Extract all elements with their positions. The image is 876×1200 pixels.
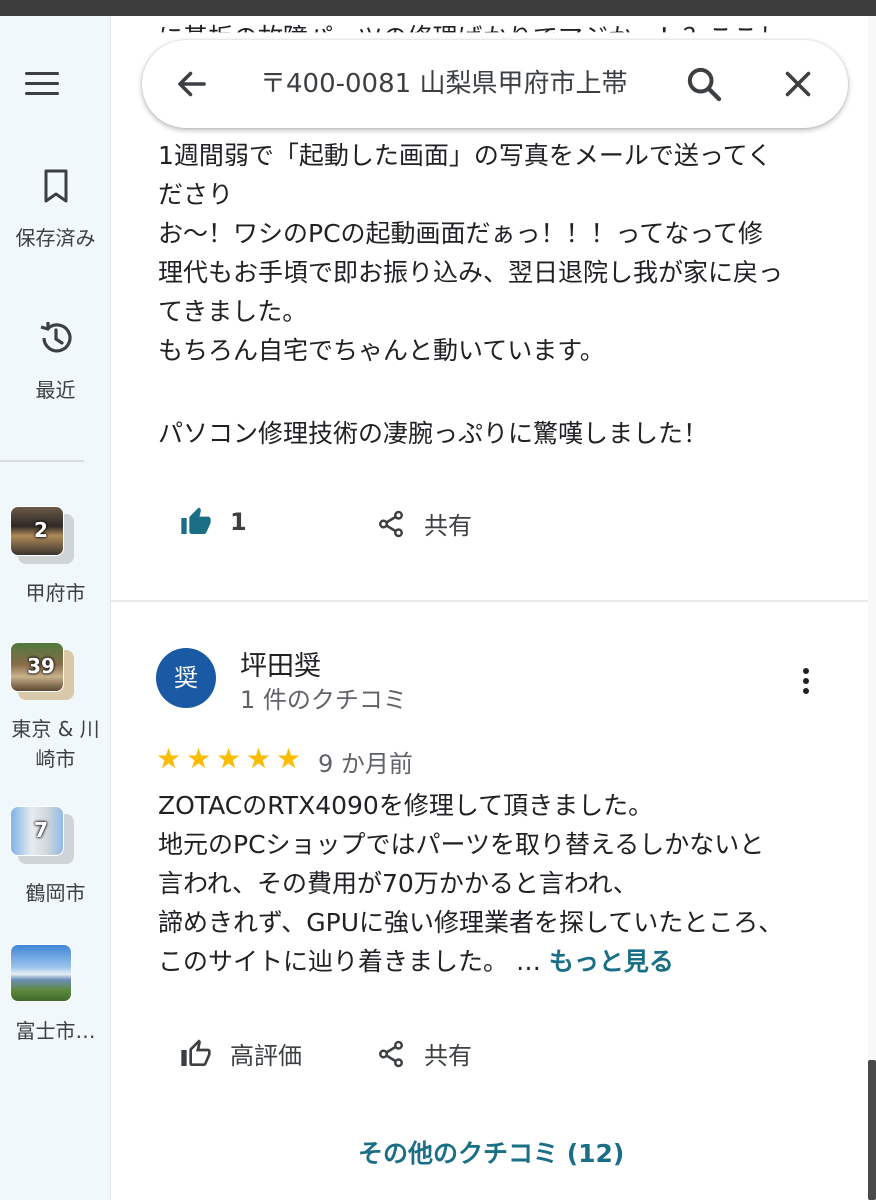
scrollbar-track[interactable] bbox=[868, 16, 876, 1200]
menu-icon[interactable] bbox=[24, 68, 60, 98]
more-options-icon[interactable] bbox=[792, 664, 820, 700]
review-date: 9 か月前 bbox=[318, 750, 413, 778]
review-text-line: 1週間弱で「起動した画面」の写真をメールで送ってく bbox=[158, 141, 772, 170]
reviewer-avatar[interactable]: 奨 bbox=[156, 648, 216, 708]
like-label: 高評価 bbox=[230, 1042, 302, 1070]
review-divider bbox=[111, 600, 868, 602]
sidebar-item-label: 保存済み bbox=[15, 226, 96, 250]
more-reviews-button[interactable]: その他のクチコミ (12) bbox=[358, 1134, 624, 1170]
more-link[interactable]: もっと見る bbox=[549, 947, 674, 976]
sidebar-place-kofu[interactable]: 2 甲府市 bbox=[0, 506, 111, 608]
star-icon: ★ bbox=[186, 742, 212, 775]
history-icon bbox=[40, 322, 72, 353]
reviewer-name[interactable]: 坪田奨 bbox=[240, 644, 321, 683]
review-text-line: てきました。 bbox=[158, 297, 308, 326]
star-icon: ★ bbox=[156, 742, 182, 775]
sidebar-item-label: 最近 bbox=[35, 378, 76, 402]
place-count: 39 bbox=[27, 654, 55, 678]
sidebar-place-tsuruoka[interactable]: 7 鶴岡市 bbox=[0, 806, 111, 908]
like-button[interactable]: 高評価 bbox=[180, 1036, 302, 1071]
review-text-line: お～！ワシのPCの起動画面だぁっ！！！ってなって修 bbox=[158, 219, 764, 248]
place-label: 東京 & 川 bbox=[11, 717, 100, 741]
star-icon: ★ bbox=[276, 742, 302, 775]
place-label: 鶴岡市 bbox=[25, 881, 86, 905]
like-count: 1 bbox=[230, 508, 247, 536]
thumbs-up-filled-icon bbox=[181, 507, 211, 534]
review-text-truncated: このサイトに辿り着きました。 … bbox=[158, 947, 541, 976]
bookmark-icon bbox=[44, 169, 67, 203]
sidebar-item-saved[interactable]: 保存済み bbox=[0, 168, 111, 251]
sidebar: 保存済み 最近 2 甲府市 39 東京 & 川 崎市 7 鶴岡市 富士市… bbox=[0, 16, 111, 1200]
review-text-line-last: このサイトに辿り着きました。 … もっと見る bbox=[158, 942, 674, 981]
share-label: 共有 bbox=[424, 1042, 472, 1070]
review-text-line: 諦めきれず、GPUに強い修理業者を探していたところ、 bbox=[158, 908, 784, 937]
search-icon[interactable] bbox=[684, 64, 724, 104]
place-label-line2: 崎市 bbox=[35, 747, 76, 771]
place-thumbnail: 2 bbox=[10, 506, 74, 564]
review-text-line: 理代もお手頃で即お振り込み、翌日退院し我が家に戻っ bbox=[158, 258, 784, 287]
review-text-line: 言われ、その費用が70万かかると言われ、 bbox=[158, 869, 638, 898]
review-text-line: もちろん自宅でちゃんと動いています。 bbox=[158, 336, 605, 365]
scrollbar-thumb[interactable] bbox=[868, 1060, 876, 1200]
sidebar-item-recent[interactable]: 最近 bbox=[0, 318, 111, 403]
share-icon bbox=[379, 1040, 403, 1067]
review-text-line: ZOTACのRTX4090を修理して頂きました。 bbox=[158, 791, 654, 820]
place-count: 2 bbox=[34, 518, 48, 542]
star-icon: ★ bbox=[216, 742, 242, 775]
like-button[interactable]: 1 bbox=[180, 506, 247, 538]
place-label: 甲府市 bbox=[25, 581, 86, 605]
sidebar-place-tokyo[interactable]: 39 東京 & 川 崎市 bbox=[0, 642, 111, 774]
search-input[interactable] bbox=[260, 64, 660, 104]
star-icon: ★ bbox=[246, 742, 272, 775]
place-thumbnail bbox=[10, 944, 72, 1002]
star-rating: ★ ★ ★ ★ ★ bbox=[156, 744, 306, 774]
back-arrow-icon[interactable] bbox=[174, 66, 210, 102]
thumbs-up-outline-icon bbox=[181, 1038, 211, 1066]
search-bar bbox=[142, 40, 848, 128]
reviewer-review-count: 1 件のクチコミ bbox=[240, 686, 407, 714]
close-icon[interactable] bbox=[780, 66, 816, 102]
review-text-line: ださり bbox=[158, 180, 234, 209]
share-label: 共有 bbox=[424, 512, 472, 540]
sidebar-divider bbox=[0, 460, 84, 462]
share-button[interactable]: 共有 bbox=[376, 506, 472, 541]
share-button[interactable]: 共有 bbox=[376, 1036, 472, 1071]
place-thumbnail: 39 bbox=[10, 642, 74, 700]
review-text-line: パソコン修理技術の凄腕っぷりに驚嘆しました！ bbox=[158, 419, 709, 448]
share-icon bbox=[379, 510, 403, 537]
review-text-line: 地元のPCショップではパーツを取り替えるしかないと bbox=[158, 830, 765, 859]
window-top-bar bbox=[0, 0, 876, 16]
sidebar-place-fuji[interactable]: 富士市… bbox=[0, 944, 111, 1046]
place-count: 7 bbox=[34, 818, 48, 842]
place-label: 富士市… bbox=[15, 1019, 96, 1043]
place-thumbnail: 7 bbox=[10, 806, 74, 864]
